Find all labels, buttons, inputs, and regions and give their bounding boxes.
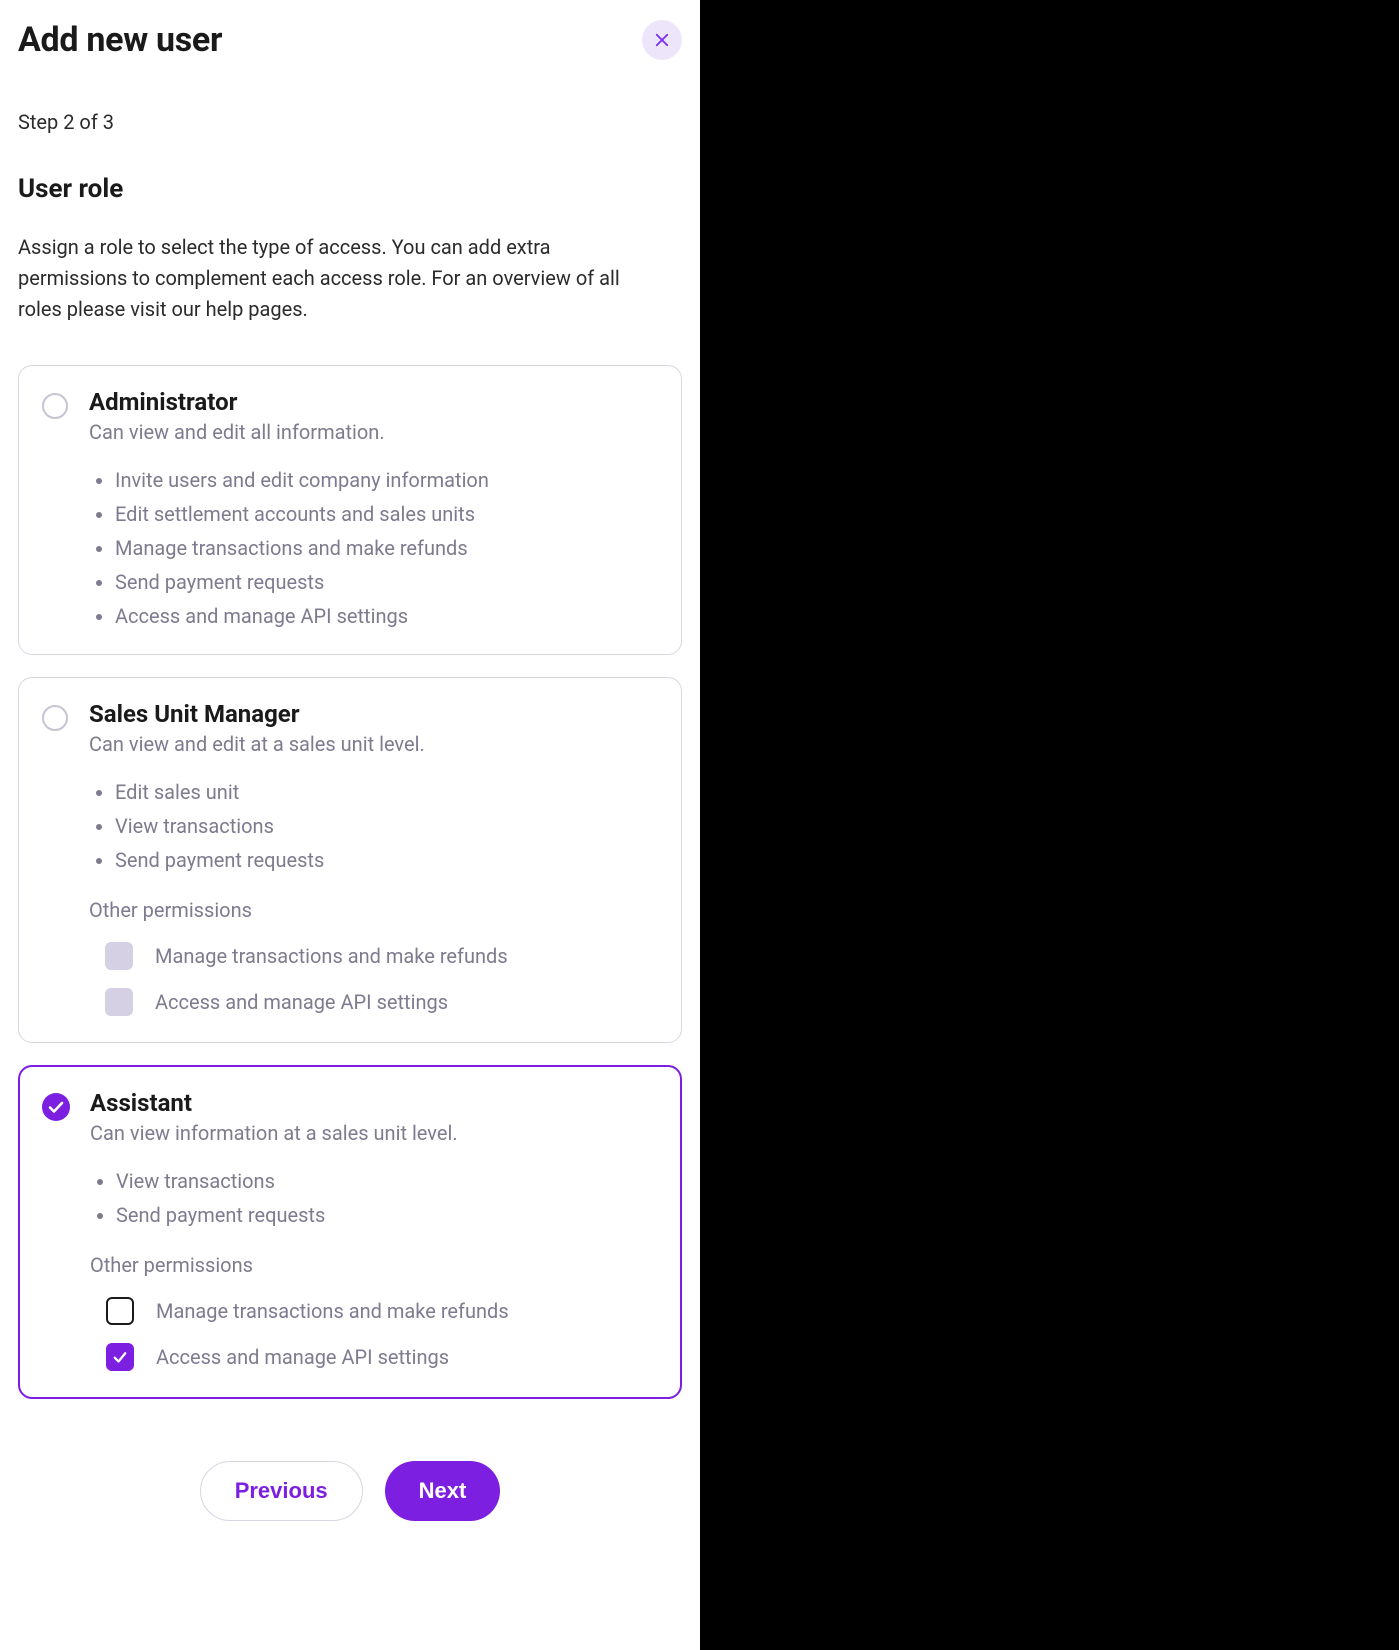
checkbox-disabled-icon [105, 988, 133, 1016]
previous-button[interactable]: Previous [200, 1461, 363, 1521]
role-subtitle: Can view information at a sales unit lev… [90, 1121, 658, 1145]
permission-label: Access and manage API settings [155, 990, 448, 1014]
role-bullet: Send payment requests [115, 570, 659, 594]
role-card-sales-unit-manager[interactable]: Sales Unit Manager Can view and edit at … [18, 677, 682, 1043]
checkbox-checked-icon[interactable] [106, 1343, 134, 1371]
permission-label: Access and manage API settings [156, 1345, 449, 1369]
role-name: Administrator [89, 388, 659, 416]
role-bullet: Manage transactions and make refunds [115, 536, 659, 560]
close-button[interactable] [642, 20, 682, 60]
radio-unchecked-icon[interactable] [41, 392, 69, 420]
permission-label: Manage transactions and make refunds [155, 944, 508, 968]
permission-label: Manage transactions and make refunds [156, 1299, 509, 1323]
add-user-panel: Add new user Step 2 of 3 User role Assig… [0, 0, 700, 1650]
role-body: Sales Unit Manager Can view and edit at … [89, 700, 659, 1016]
role-name: Assistant [90, 1089, 658, 1117]
other-permissions-label: Other permissions [89, 898, 659, 922]
radio-unchecked-icon[interactable] [41, 704, 69, 732]
panel-header: Add new user [18, 20, 682, 60]
role-bullet-list: Invite users and edit company informatio… [89, 468, 659, 628]
role-bullet: Invite users and edit company informatio… [115, 468, 659, 492]
other-permissions-label: Other permissions [90, 1253, 658, 1277]
role-bullet: Send payment requests [115, 848, 659, 872]
section-description: Assign a role to select the type of acce… [18, 232, 638, 325]
role-bullet-list: View transactions Send payment requests [90, 1169, 658, 1227]
role-bullet: Edit sales unit [115, 780, 659, 804]
role-card-administrator[interactable]: Administrator Can view and edit all info… [18, 365, 682, 655]
permission-row: Manage transactions and make refunds [106, 1297, 658, 1325]
role-bullet: View transactions [115, 814, 659, 838]
role-body: Assistant Can view information at a sale… [90, 1089, 658, 1371]
radio-checked-icon[interactable] [42, 1093, 70, 1121]
role-bullet: Access and manage API settings [115, 604, 659, 628]
checkbox-disabled-icon [105, 942, 133, 970]
role-bullet: View transactions [116, 1169, 658, 1193]
role-bullet: Send payment requests [116, 1203, 658, 1227]
modal-backdrop [700, 0, 1399, 1650]
permission-row: Access and manage API settings [106, 1343, 658, 1371]
step-indicator: Step 2 of 3 [18, 110, 682, 134]
panel-title: Add new user [18, 20, 222, 60]
role-subtitle: Can view and edit all information. [89, 420, 659, 444]
role-subtitle: Can view and edit at a sales unit level. [89, 732, 659, 756]
role-bullet-list: Edit sales unit View transactions Send p… [89, 780, 659, 872]
role-card-assistant[interactable]: Assistant Can view information at a sale… [18, 1065, 682, 1399]
footer: Previous Next [18, 1461, 682, 1521]
role-name: Sales Unit Manager [89, 700, 659, 728]
section-title: User role [18, 174, 682, 204]
permission-row: Manage transactions and make refunds [105, 942, 659, 970]
close-icon [653, 31, 671, 49]
role-bullet: Edit settlement accounts and sales units [115, 502, 659, 526]
role-body: Administrator Can view and edit all info… [89, 388, 659, 628]
permission-row: Access and manage API settings [105, 988, 659, 1016]
next-button[interactable]: Next [385, 1461, 501, 1521]
checkbox-unchecked-icon[interactable] [106, 1297, 134, 1325]
